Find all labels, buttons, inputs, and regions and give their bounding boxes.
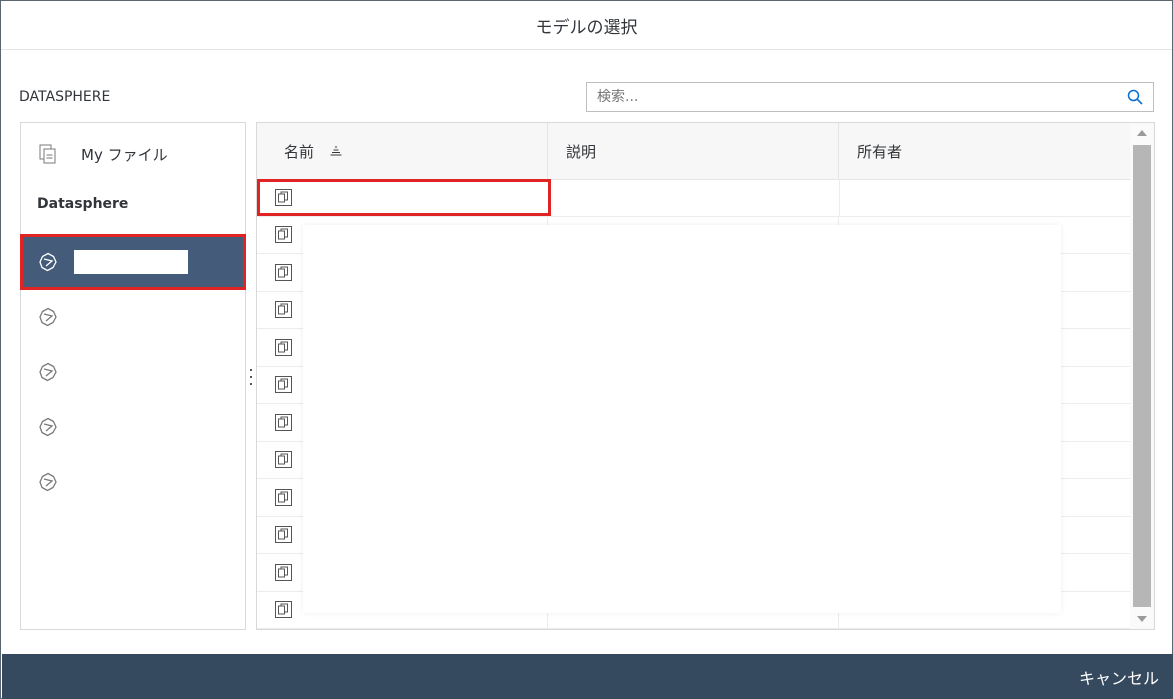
sidebar-item-my-files[interactable]: My ファイル <box>21 129 245 179</box>
model-icon <box>275 376 292 394</box>
column-header-owner[interactable]: 所有者 <box>839 123 1131 179</box>
datasphere-space-icon <box>39 417 57 437</box>
select-model-dialog: モデルの選択 DATASPHERE My ファイル Datasphere <box>0 0 1173 699</box>
panel-resize-handle[interactable] <box>249 369 253 385</box>
column-header-name[interactable]: 名前 <box>257 123 548 179</box>
datasphere-space-icon <box>39 472 57 492</box>
search-input[interactable] <box>587 83 1127 111</box>
sidebar-item-datasphere-space-3[interactable] <box>22 346 244 398</box>
search-icon[interactable] <box>1127 89 1143 105</box>
sidebar-item-datasphere-space-1[interactable] <box>20 234 246 290</box>
search-box <box>586 82 1154 112</box>
model-icon <box>275 526 292 544</box>
model-icon <box>275 601 292 619</box>
models-table: 名前 説明 所有者 <box>256 122 1155 630</box>
scroll-up-arrow-icon[interactable] <box>1137 130 1147 136</box>
vertical-scrollbar[interactable] <box>1130 123 1154 629</box>
dialog-header: モデルの選択 <box>1 1 1172 50</box>
source-label: DATASPHERE <box>19 89 111 105</box>
cancel-button[interactable]: キャンセル <box>1065 665 1173 689</box>
cell-name <box>257 179 551 216</box>
sidebar-item-datasphere-space-5[interactable] <box>22 456 244 508</box>
table-row[interactable] <box>257 179 1131 217</box>
sidebar-item-datasphere-space-4[interactable] <box>22 401 244 453</box>
datasphere-space-icon <box>39 252 57 272</box>
sidebar-section-title: Datasphere <box>37 196 129 212</box>
dialog-title: モデルの選択 <box>535 17 638 38</box>
source-navigation-panel: My ファイル Datasphere <box>20 122 246 630</box>
datasphere-space-icon <box>39 362 57 382</box>
model-icon <box>275 188 292 206</box>
sidebar-item-datasphere-space-2[interactable] <box>22 291 244 343</box>
sort-ascending-icon[interactable] <box>330 146 342 156</box>
table-header: 名前 説明 所有者 <box>257 123 1131 180</box>
redaction-overlay <box>303 225 1061 613</box>
model-icon <box>275 338 292 356</box>
model-icon <box>275 488 292 506</box>
sidebar-item-label <box>74 250 188 274</box>
model-icon <box>275 301 292 319</box>
datasphere-space-icon <box>39 307 57 327</box>
model-icon <box>275 451 292 469</box>
column-header-description[interactable]: 説明 <box>548 123 839 179</box>
sidebar-item-label: My ファイル <box>81 145 168 164</box>
cell-description <box>551 179 841 216</box>
model-icon <box>275 563 292 581</box>
model-icon <box>275 413 292 431</box>
model-icon <box>275 263 292 281</box>
cell-owner <box>840 179 1131 216</box>
scroll-down-arrow-icon[interactable] <box>1137 616 1147 622</box>
dialog-footer: キャンセル <box>2 654 1173 699</box>
model-icon <box>275 226 292 244</box>
scrollbar-thumb[interactable] <box>1133 145 1151 607</box>
files-icon <box>39 144 56 164</box>
